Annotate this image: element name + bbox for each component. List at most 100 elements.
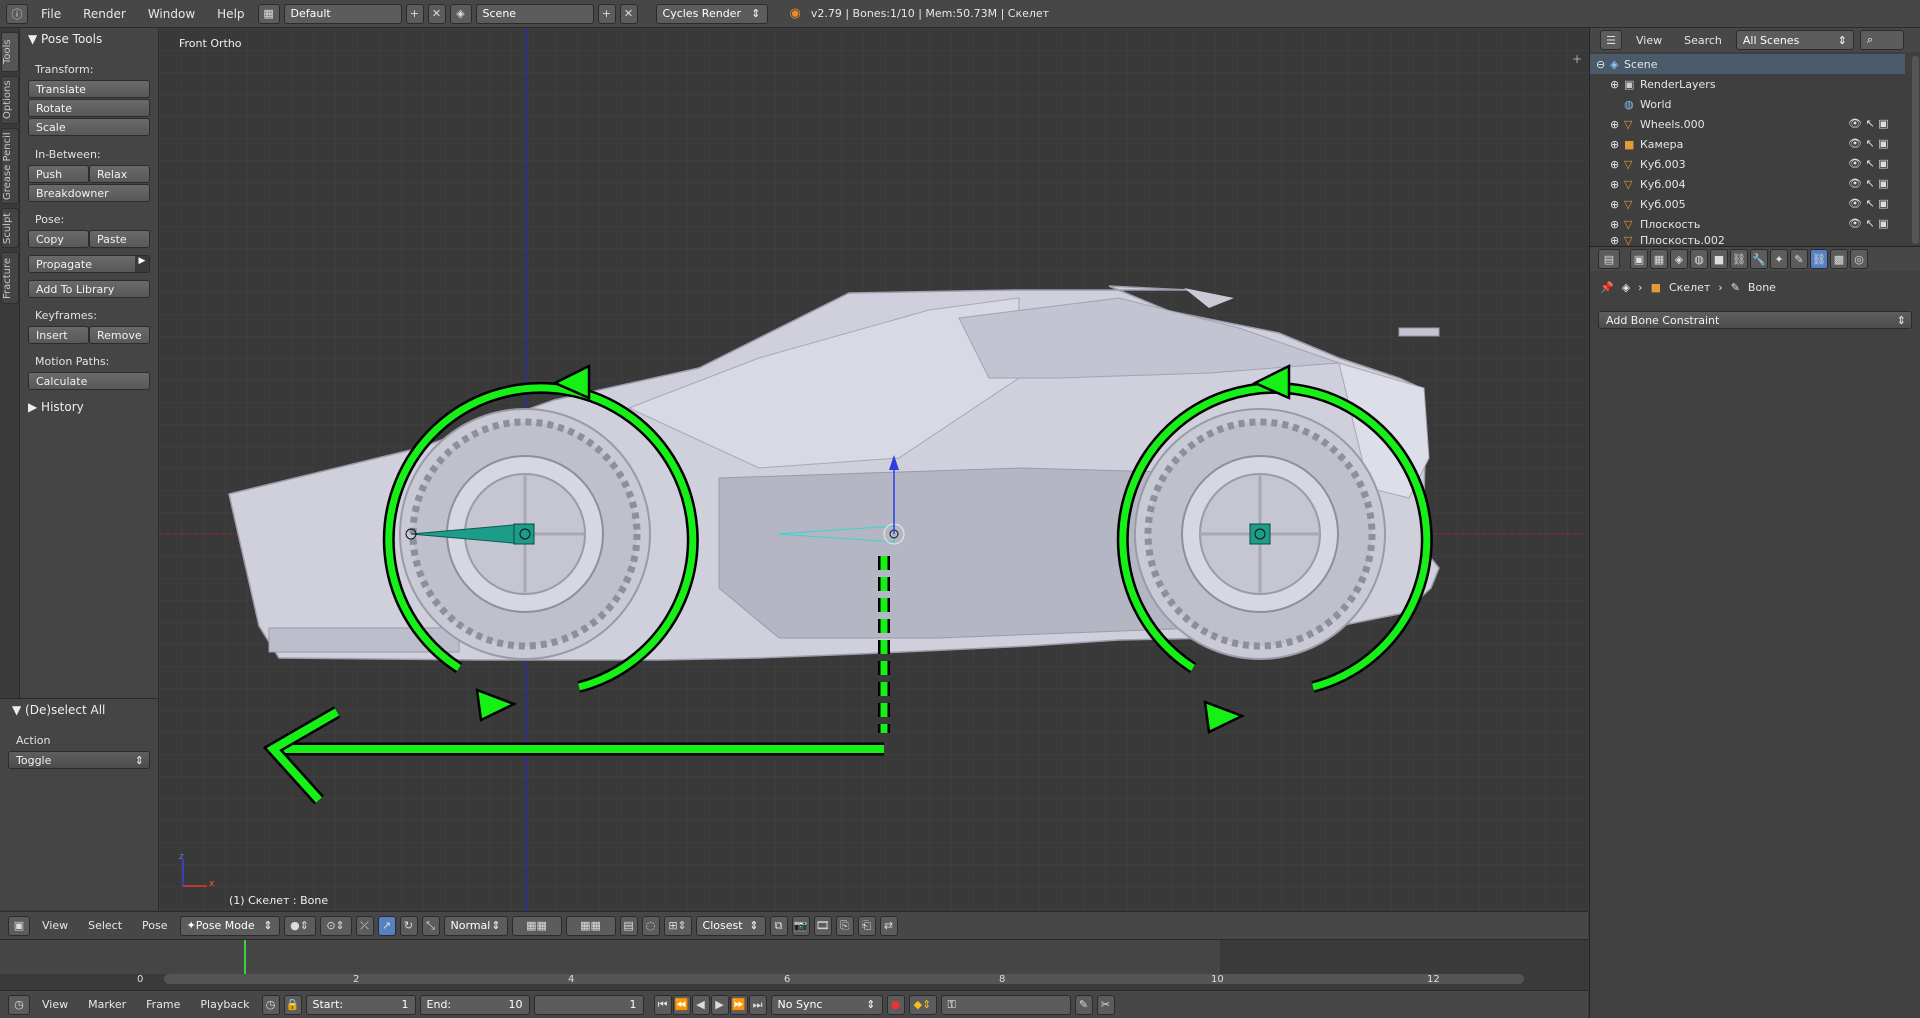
scene-tab-icon[interactable]: ◈ [1670,249,1688,269]
pivot-dropdown-icon[interactable]: ⊙⇕ [319,915,352,936]
scale-button[interactable]: Scale [28,118,150,136]
copy-pose-icon[interactable]: ⎘ [835,915,854,936]
current-frame-field[interactable]: 1 [533,994,644,1015]
lock-icon[interactable]: 🔒 [283,994,302,1015]
translate-button[interactable]: Translate [28,80,150,98]
layer-lock-icon[interactable]: ▤ [619,915,638,936]
modifiers-tab-icon[interactable]: 🔧 [1750,249,1768,269]
sync-dropdown[interactable]: No Sync ⇕ [770,994,883,1015]
armature-tab-icon[interactable]: ✦ [1770,249,1788,269]
preview-range-icon[interactable]: ◷ [261,994,280,1015]
insert-keyframe-icon[interactable]: ✎ [1074,994,1093,1015]
viewport-canvas[interactable] [159,28,1588,911]
proportional-edit-icon[interactable]: ◌ [641,915,660,936]
menu-render[interactable]: Render [74,7,135,21]
eye-icon[interactable]: 👁 ↖ ▣ [1848,134,1908,154]
record-icon[interactable]: ● [886,994,905,1015]
eye-icon[interactable]: 👁 ↖ ▣ [1848,154,1908,174]
panel-header[interactable]: ▼ Pose Tools [28,32,102,46]
play-icon[interactable]: ▶ [710,994,729,1015]
3d-view-editor-icon[interactable]: ▣ [8,915,30,936]
add-layout-icon[interactable]: + [405,3,424,24]
scene-icon[interactable]: ◈ [449,3,472,24]
outliner-filter-dropdown[interactable]: All Scenes ⇕ [1735,30,1854,50]
outliner-row-scene[interactable]: ⊖ ◈ Scene [1590,54,1905,74]
playback-menu[interactable]: Playback [192,998,257,1011]
add-to-library-button[interactable]: Add To Library [28,280,150,298]
paste-pose-button[interactable]: Paste [89,230,150,248]
delete-keyframe-icon[interactable]: ✂ [1096,994,1115,1015]
3d-viewport[interactable]: Front Ortho (1) Скелет : Bone z x + [159,28,1588,911]
remove-keyframe-button[interactable]: Remove [89,326,150,344]
paste-flipped-icon[interactable]: ⇄ [879,915,898,936]
manipulator-toggle-icon[interactable]: ⤫ [355,915,374,936]
remove-scene-icon[interactable]: ✕ [619,3,638,24]
menu-window[interactable]: Window [139,7,204,21]
next-keyframe-icon[interactable]: ⏩ [729,994,748,1015]
bone-constraints-tab-icon[interactable]: ⛓ [1810,249,1828,269]
frame-menu[interactable]: Frame [138,998,188,1011]
jump-start-icon[interactable]: ⏮ [653,994,672,1015]
layers-grid-icon[interactable]: ▦▦ [511,915,562,936]
physics-tab-icon[interactable]: ◎ [1850,249,1868,269]
timeline-area[interactable]: 0 2 4 6 8 10 12 [0,939,1588,990]
translate-manipulator-icon[interactable]: ↗ [377,915,396,936]
properties-toggle-icon[interactable]: + [1572,52,1582,66]
timeline-view-menu[interactable]: View [34,998,76,1011]
play-reverse-icon[interactable]: ◀ [691,994,710,1015]
timeline-editor-icon[interactable]: ◷ [8,994,30,1015]
opengl-render-icon[interactable]: 📷 [791,915,810,936]
eye-icon[interactable]: 👁 ↖ ▣ [1848,114,1908,134]
visibility-column[interactable]: 👁 ↖ ▣ 👁 ↖ ▣ 👁 ↖ ▣ 👁 ↖ ▣ 👁 ↖ ▣ 👁 ↖ ▣ [1848,114,1908,234]
pin-icon[interactable]: 📌 [1600,281,1614,294]
current-frame-indicator[interactable] [244,940,246,974]
render-tab-icon[interactable]: ▣ [1630,249,1648,269]
action-dropdown[interactable]: Toggle ⇕ [8,751,150,769]
remove-layout-icon[interactable]: ✕ [427,3,446,24]
rotate-button[interactable]: Rotate [28,99,150,117]
menu-help[interactable]: Help [208,7,253,21]
object-tab-icon[interactable]: ■ [1710,249,1728,269]
add-bone-constraint-dropdown[interactable]: Add Bone Constraint ⇕ [1598,311,1912,329]
propagate-button[interactable]: Propagate ▶ [28,255,150,273]
timeline-scrollbar[interactable] [164,974,1524,984]
jump-end-icon[interactable]: ⏭ [748,994,767,1015]
select-menu[interactable]: Select [80,919,130,932]
add-scene-icon[interactable]: + [597,3,616,24]
info-editor-icon[interactable]: ⓘ [6,3,28,24]
outliner-scrollbar[interactable] [1912,56,1919,244]
constraints-tab-icon[interactable]: ⛓ [1730,249,1748,269]
snap-target-dropdown[interactable]: Closest ⇕ [695,915,766,936]
mode-dropdown[interactable]: ✦ Pose Mode ⇕ [179,915,280,936]
scene-field[interactable]: Scene [475,3,594,24]
layers-grid-icon[interactable]: ▦▦ [565,915,616,936]
opengl-anim-icon[interactable]: 🎞 [813,915,832,936]
tab-options[interactable]: Options [1,76,19,124]
rotate-manipulator-icon[interactable]: ↻ [399,915,418,936]
render-engine-dropdown[interactable]: Cycles Render ⇕ [655,3,768,24]
outliner-row-world[interactable]: ◍ World [1590,94,1905,114]
layout-field[interactable]: Default [283,3,402,24]
tab-tools[interactable]: Tools [1,32,19,72]
properties-editor-icon[interactable]: ▤ [1598,249,1620,269]
history-panel-header[interactable]: ▶ History [28,400,84,414]
breakdowner-button[interactable]: Breakdowner [28,184,150,202]
snap-element-icon[interactable]: ⊞⇕ [663,915,692,936]
outliner-row-plane002[interactable]: ⊕ ▽ Плоскость.002 [1590,234,1905,246]
outliner-row-renderlayers[interactable]: ⊕ ▣ RenderLayers [1590,74,1905,94]
tab-fracture[interactable]: Fracture [1,252,19,304]
outliner-search-field[interactable]: ⌕ [1859,30,1904,50]
tab-sculpt[interactable]: Sculpt [1,208,19,248]
snap-toggle-icon[interactable]: ⧉ [769,915,788,936]
world-tab-icon[interactable]: ◍ [1690,249,1708,269]
keying-set-field[interactable]: ⚿ [940,994,1071,1015]
render-layers-tab-icon[interactable]: ▦ [1650,249,1668,269]
prev-keyframe-icon[interactable]: ⏪ [672,994,691,1015]
calculate-motion-paths-button[interactable]: Calculate [28,372,150,390]
copy-pose-button[interactable]: Copy [28,230,89,248]
keying-icon[interactable]: ◆⇕ [908,994,937,1015]
outliner-editor-icon[interactable]: ☰ [1600,30,1622,50]
texture-tab-icon[interactable]: ▩ [1830,249,1848,269]
eye-icon[interactable]: 👁 ↖ ▣ [1848,194,1908,214]
marker-menu[interactable]: Marker [80,998,134,1011]
